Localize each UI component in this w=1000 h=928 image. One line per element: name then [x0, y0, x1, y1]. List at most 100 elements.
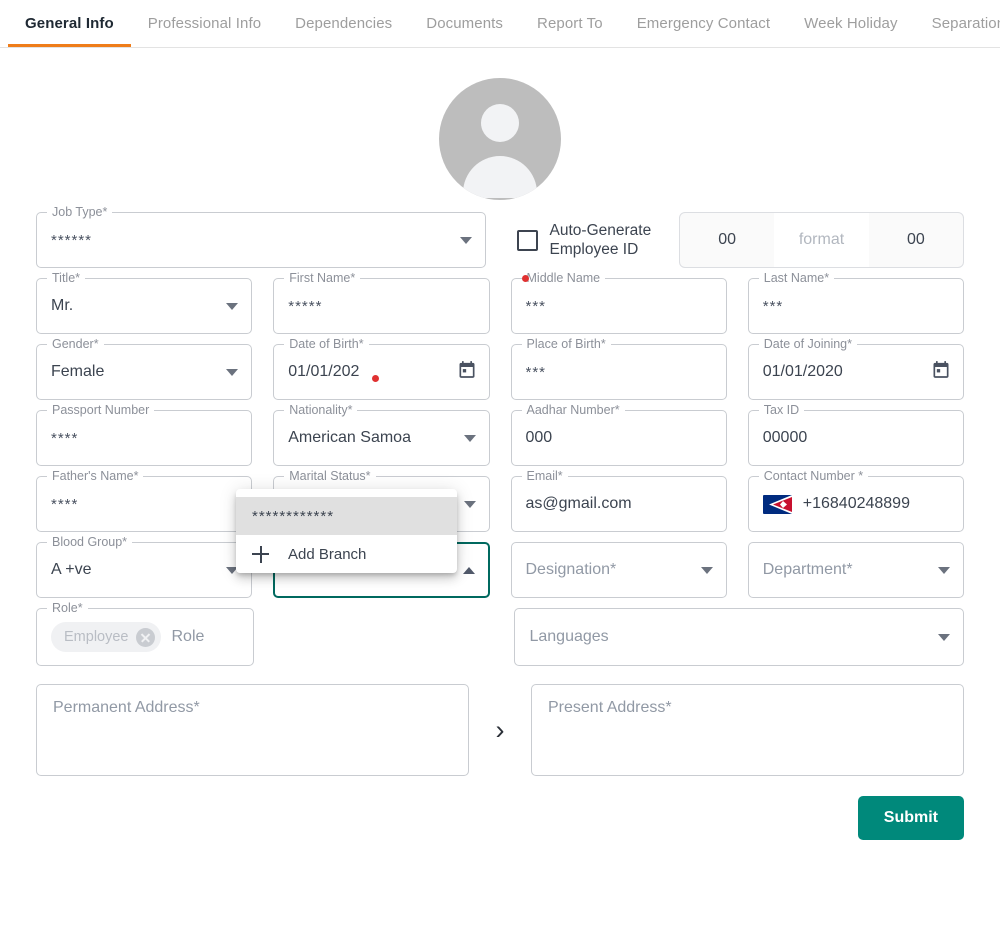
present-address-textarea[interactable]: Present Address* [531, 684, 964, 776]
passport-number-value: **** [51, 430, 78, 447]
email-value: as@gmail.com [526, 495, 632, 513]
form-row-7: Role* Employee Role Languages [36, 608, 964, 666]
aadhar-number-input[interactable]: Aadhar Number* 000 [511, 410, 727, 466]
languages-placeholder: Languages [529, 628, 608, 646]
last-name-col: Last Name* *** [748, 278, 964, 334]
first-name-label: First Name* [284, 271, 360, 285]
american-samoa-flag-icon[interactable] [763, 495, 792, 514]
place-of-birth-input[interactable]: Place of Birth* *** [511, 344, 727, 400]
present-address-placeholder: Present Address* [548, 699, 672, 716]
gender-label: Gender* [47, 337, 104, 351]
tab-week-holiday[interactable]: Week Holiday [787, 0, 914, 47]
chevron-down-icon[interactable] [464, 501, 476, 508]
chevron-down-icon[interactable] [938, 567, 950, 574]
blood-group-label: Blood Group* [47, 535, 132, 549]
submit-button[interactable]: Submit [858, 796, 964, 840]
blood-group-select[interactable]: Blood Group* A +ve [36, 542, 252, 598]
chevron-right-icon[interactable]: › [469, 715, 531, 746]
role-placeholder: Role [171, 628, 204, 646]
employee-id-col: 00 format 00 [746, 212, 964, 268]
gender-select[interactable]: Gender* Female [36, 344, 252, 400]
tax-id-label: Tax ID [759, 403, 804, 417]
chevron-down-icon[interactable] [701, 567, 713, 574]
tab-dependencies[interactable]: Dependencies [278, 0, 409, 47]
employee-id-format[interactable]: format [774, 213, 868, 267]
marital-status-label: Marital Status* [284, 469, 375, 483]
person-avatar-icon[interactable] [439, 78, 561, 200]
form-row-1: Job Type* ****** Auto-Generate Employee … [36, 212, 964, 268]
contact-number-value: +16840248899 [803, 495, 910, 513]
calendar-icon[interactable] [931, 360, 951, 385]
role-chip-employee[interactable]: Employee [51, 622, 161, 652]
job-type-value: ****** [51, 232, 92, 249]
date-of-birth-col: Date of Birth* 01/01/202 [273, 344, 489, 400]
branch-dropdown-menu[interactable]: ************ Add Branch [236, 489, 457, 573]
employee-id-prefix[interactable]: 00 [680, 213, 774, 267]
chip-close-icon[interactable] [136, 628, 155, 647]
aadhar-col: Aadhar Number* 000 [511, 410, 727, 466]
date-of-birth-input[interactable]: Date of Birth* 01/01/202 [273, 344, 489, 400]
fathers-name-input[interactable]: Father's Name* **** [36, 476, 252, 532]
blood-group-value: A +ve [51, 561, 91, 579]
tab-report-to[interactable]: Report To [520, 0, 620, 47]
auto-generate-checkbox[interactable] [517, 230, 538, 251]
title-value: Mr. [51, 297, 73, 315]
email-input[interactable]: Email* as@gmail.com [511, 476, 727, 532]
chevron-down-icon[interactable] [464, 435, 476, 442]
tab-emergency-contact[interactable]: Emergency Contact [620, 0, 787, 47]
tab-professional-info[interactable]: Professional Info [131, 0, 278, 47]
tab-general-info[interactable]: General Info [8, 0, 131, 47]
department-col: Department* [748, 542, 964, 598]
nationality-select[interactable]: Nationality* American Samoa [273, 410, 489, 466]
employee-id-format-group[interactable]: 00 format 00 [679, 212, 964, 268]
last-name-input[interactable]: Last Name* *** [748, 278, 964, 334]
calendar-icon[interactable] [457, 360, 477, 385]
form-row-6: Blood Group* A +ve Branch* Designation* … [36, 542, 964, 598]
aadhar-number-value: 000 [526, 429, 553, 447]
middle-name-input[interactable]: Middle Name *** [511, 278, 727, 334]
designation-select[interactable]: Designation* [511, 542, 727, 598]
languages-select[interactable]: Languages [514, 608, 964, 666]
permanent-address-textarea[interactable]: Permanent Address* [36, 684, 469, 776]
chevron-down-icon[interactable] [938, 634, 950, 641]
date-of-joining-input[interactable]: Date of Joining* 01/01/2020 [748, 344, 964, 400]
submit-row: Submit [36, 796, 964, 840]
tab-separation[interactable]: Separation [915, 0, 1000, 47]
tax-id-input[interactable]: Tax ID 00000 [748, 410, 964, 466]
chevron-up-icon[interactable] [463, 567, 475, 574]
role-chip-label: Employee [64, 629, 128, 645]
title-select[interactable]: Title* Mr. [36, 278, 252, 334]
contact-number-col: Contact Number * +16840248899 [748, 476, 964, 532]
form-row-4: Passport Number **** Nationality* Americ… [36, 410, 964, 466]
fathers-name-value: **** [51, 496, 78, 513]
branch-menu-item-0[interactable]: ************ [236, 497, 457, 535]
auto-generate-label: Auto-Generate Employee ID [550, 221, 675, 259]
chevron-down-icon[interactable] [226, 369, 238, 376]
role-input[interactable]: Role* Employee Role [36, 608, 254, 666]
nationality-label: Nationality* [284, 403, 357, 417]
employee-id-suffix[interactable]: 00 [869, 213, 963, 267]
date-of-joining-col: Date of Joining* 01/01/2020 [748, 344, 964, 400]
add-branch-label: Add Branch [288, 546, 366, 563]
department-select[interactable]: Department* [748, 542, 964, 598]
form-row-3: Gender* Female Date of Birth* 01/01/202 [36, 344, 964, 400]
last-name-label: Last Name* [759, 271, 834, 285]
job-type-select[interactable]: Job Type* ****** [36, 212, 486, 268]
title-col: Title* Mr. [36, 278, 252, 334]
chevron-down-icon[interactable] [226, 303, 238, 310]
tab-documents[interactable]: Documents [409, 0, 520, 47]
department-placeholder: Department* [763, 561, 853, 579]
middle-name-value: *** [526, 298, 547, 315]
fathers-name-col: Father's Name* **** [36, 476, 252, 532]
place-of-birth-col: Place of Birth* *** [511, 344, 727, 400]
form-row-5: Father's Name* **** Marital Status* Sing… [36, 476, 964, 532]
gender-col: Gender* Female [36, 344, 252, 400]
branch-menu-item-add-branch[interactable]: Add Branch [236, 535, 457, 573]
role-col: Role* Employee Role [36, 608, 254, 666]
passport-number-input[interactable]: Passport Number **** [36, 410, 252, 466]
email-label: Email* [522, 469, 568, 483]
aadhar-number-label: Aadhar Number* [522, 403, 625, 417]
contact-number-input[interactable]: Contact Number * +16840248899 [748, 476, 964, 532]
first-name-input[interactable]: First Name* ***** [273, 278, 489, 334]
chevron-down-icon[interactable] [460, 237, 472, 244]
